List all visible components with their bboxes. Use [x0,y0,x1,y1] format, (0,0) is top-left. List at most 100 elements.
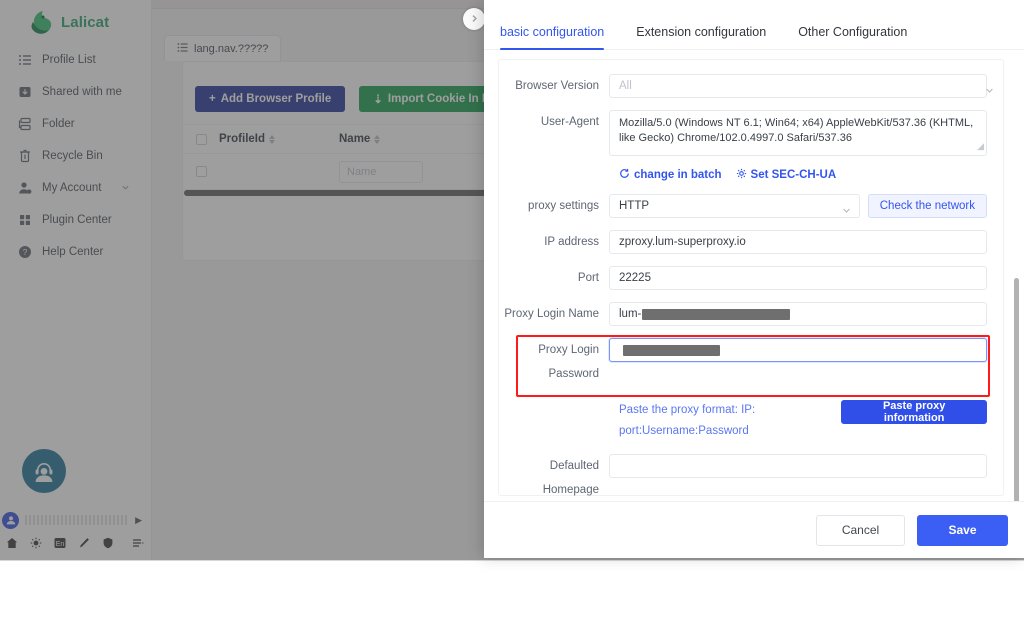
ip-address-input[interactable]: zproxy.lum-superproxy.io [609,230,987,254]
proxy-login-password-input[interactable] [609,338,987,362]
tab-profile-list[interactable]: lang.nav.????? [164,35,282,61]
plus-icon: + [209,93,216,105]
add-browser-profile-label: Add Browser Profile [220,93,332,105]
chevron-right-icon[interactable]: ▶ [135,515,142,526]
download-icon: ⇣ [373,94,383,106]
field-label: Proxy Login Name [504,308,599,320]
page-bottom-area [0,560,1024,640]
tab-other-configuration[interactable]: Other Configuration [798,25,907,49]
browser-version-select[interactable]: All [609,74,987,98]
field-label: IP address [544,236,599,248]
column-header-profileid[interactable]: ProfileId [219,133,339,145]
tab-label: lang.nav.????? [194,42,269,55]
user-agent-value: Mozilla/5.0 (Windows NT 6.1; Win64; x64)… [619,117,974,144]
app-brand: Lalicat [30,8,109,36]
ime-menu-icon[interactable] [132,536,144,554]
proxy-settings-select[interactable]: HTTP [609,194,860,218]
modal-footer: Cancel Save [484,501,1024,558]
field-ip-address: IP address zproxy.lum-superproxy.io [499,230,1003,254]
select-all-checkbox[interactable] [183,133,219,145]
trash-icon [18,149,32,163]
row-name-input[interactable]: Name [339,160,423,183]
inbox-icon [18,85,32,99]
sidebar-item-label: Plugin Center [42,214,112,226]
refresh-icon [619,168,630,182]
sidebar-item-recycle-bin[interactable]: Recycle Bin [0,140,152,172]
ime-toolbar: En [0,534,152,556]
field-label: proxy settings [528,200,599,212]
change-in-batch-link[interactable]: change in batch [619,168,722,182]
sidebar-item-label: Profile List [42,54,96,66]
defaulted-homepage-input[interactable] [609,454,987,478]
tab-extension-configuration[interactable]: Extension configuration [636,25,766,49]
sidebar-item-profile-list[interactable]: Profile List [0,44,152,76]
proxy-login-name-input[interactable]: lum- [609,302,987,326]
field-browser-version: Browser Version All [499,74,1003,98]
sidebar-item-label: Help Center [42,246,104,258]
set-sec-ch-ua-label: Set SEC-CH-UA [750,169,837,181]
modal-tab-bar: basic configuration Extension configurat… [484,0,1024,50]
sidebar-item-folder[interactable]: Folder [0,108,152,140]
ime-filler [25,515,130,525]
support-avatar[interactable] [22,449,66,493]
row-checkbox[interactable] [183,166,219,177]
chevron-right-icon [470,10,479,28]
user-agent-actions: change in batch Set SEC-CH-UA [619,168,1003,182]
modal-scrollbar-thumb[interactable] [1014,278,1019,501]
check-the-network-button[interactable]: Check the network [867,194,987,218]
set-sec-ch-ua-link[interactable]: Set SEC-CH-UA [736,168,837,182]
sidebar-item-label: My Account [42,182,102,194]
field-proxy-settings: proxy settings HTTP Check the network [499,194,1003,218]
home-icon[interactable] [6,536,18,554]
sidebar-item-my-account[interactable]: My Account [0,172,152,204]
sidebar-item-help-center[interactable]: ? Help Center [0,236,152,268]
pen-icon[interactable] [78,536,90,554]
save-button[interactable]: Save [917,514,1008,546]
gear-icon [736,168,747,182]
ime-status-bar: ▶ [2,510,150,530]
change-in-batch-label: change in batch [634,169,722,181]
column-label: ProfileId [219,133,266,145]
user-agent-textarea[interactable]: Mozilla/5.0 (Windows NT 6.1; Win64; x64)… [609,110,987,156]
add-browser-profile-button[interactable]: + Add Browser Profile [195,86,346,112]
ime-user-icon [2,511,19,529]
resize-grip-icon[interactable]: ◢ [977,139,984,154]
english-input-icon[interactable]: En [54,536,66,554]
field-label: Port [577,272,599,284]
sidebar-item-plugin-center[interactable]: Plugin Center [0,204,152,236]
folder-tree-icon [18,117,32,131]
port-input[interactable]: 22225 [609,266,987,290]
redaction-bar [623,344,720,356]
paste-proxy-row: Paste the proxy format: IP: port:Usernam… [619,400,1003,442]
shield-icon[interactable] [102,536,114,554]
screen: Lalicat Profile List Shared with me Fold… [0,0,1024,640]
brand-name: Lalicat [61,13,110,31]
sort-icon [374,134,381,144]
paste-hint-line-2: port:Username:Password [619,425,749,437]
paste-hint-line-1: Paste the proxy format: IP: [619,404,756,416]
field-user-agent: User-Agent Mozilla/5.0 (Windows NT 6.1; … [499,110,1003,156]
field-label: Defaulted Homepage [542,460,599,496]
field-label: Browser Version [515,80,599,92]
field-defaulted-homepage: Defaulted Homepage [499,454,1003,501]
question-circle-icon: ? [18,245,32,259]
basic-configuration-form: Browser Version All User-Agent Mozilla/5… [498,59,1004,496]
collapse-sidebar-button[interactable] [463,8,485,30]
list-icon [177,42,188,56]
tabstrip: lang.nav.????? [164,35,282,61]
field-label: User-Agent [540,116,599,128]
sun-icon[interactable] [30,536,42,554]
cancel-button[interactable]: Cancel [816,514,905,546]
field-port: Port 22225 [499,266,1003,290]
sidebar-item-shared-with-me[interactable]: Shared with me [0,76,152,108]
sort-icon [269,134,276,144]
proxy-login-name-value: lum- [619,308,642,320]
sidebar-item-label: Recycle Bin [42,150,103,162]
modal-body: Browser Version All User-Agent Mozilla/5… [484,50,1024,501]
svg-text:?: ? [23,248,28,257]
user-icon [18,181,32,195]
paste-proxy-information-button[interactable]: Paste proxy information [841,400,987,424]
field-label: Proxy Login Password [538,344,599,380]
tab-basic-configuration[interactable]: basic configuration [500,25,605,50]
sidebar-item-label: Shared with me [42,86,122,98]
